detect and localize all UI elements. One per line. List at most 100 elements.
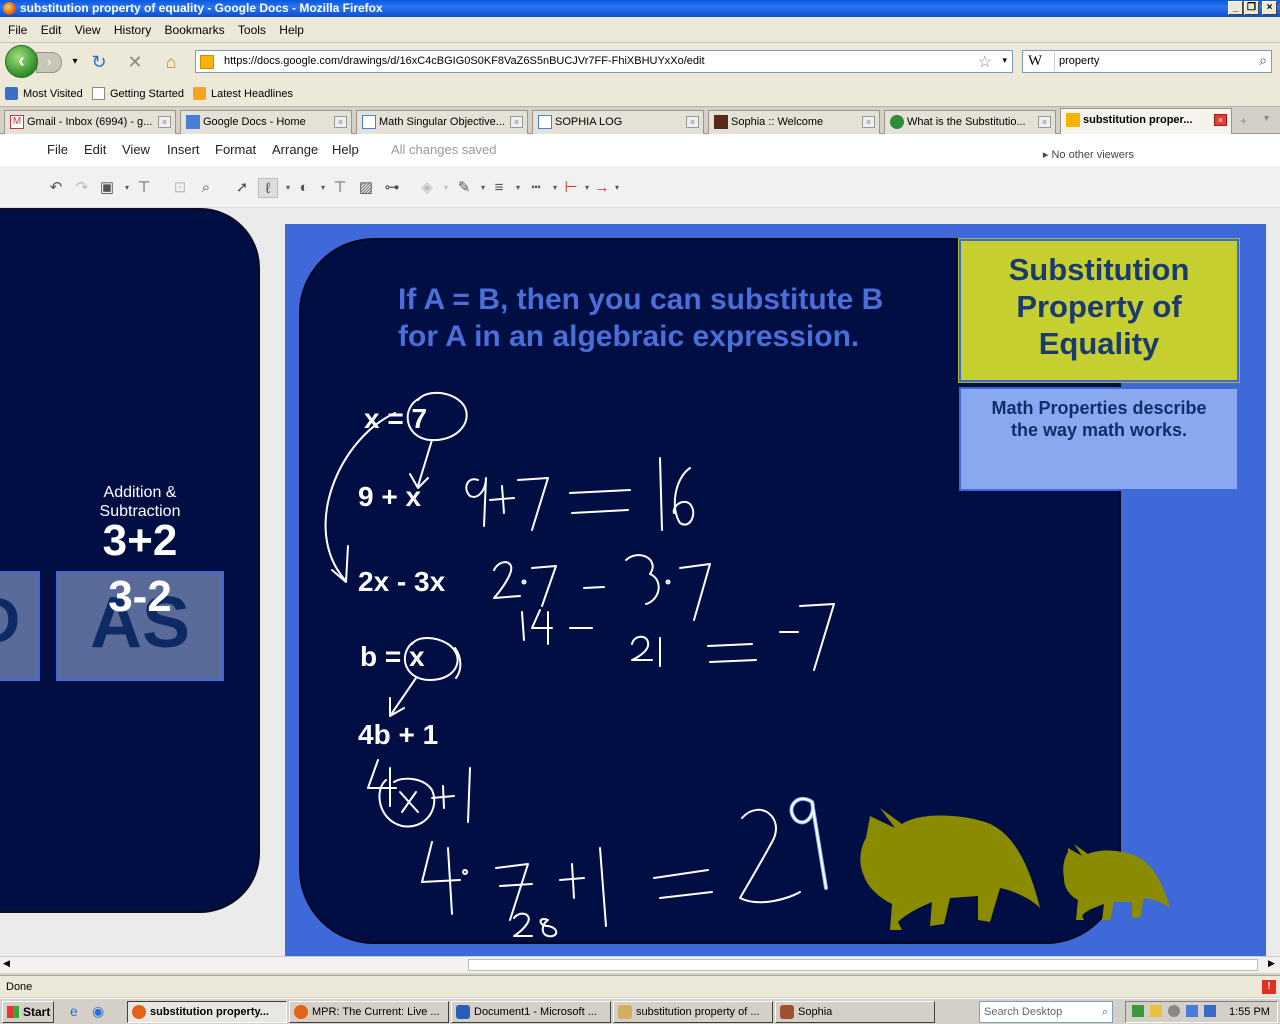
line-end-dropdown-icon[interactable]: ▾ [607,178,627,198]
tab-strip: M Gmail - Inbox (6994) - g... × Google Doc… [0,107,1280,134]
quicklaunch-icon[interactable]: ◉ [92,1003,108,1019]
forward-button[interactable]: › [36,52,62,73]
menu-history[interactable]: History [109,17,156,43]
search-icon[interactable]: ⌕ [1259,52,1267,69]
menu-tools[interactable]: Tools [233,17,271,43]
warning-icon[interactable]: ! [1262,980,1276,994]
search-input[interactable]: property [1059,51,1099,72]
tab-google-docs-home[interactable]: Google Docs - Home × [180,110,352,134]
tab-close-icon[interactable]: × [862,116,875,128]
fill-color-icon[interactable]: ◈ [417,178,437,198]
task-word[interactable]: Document1 - Microsoft ... [451,1001,611,1023]
navigation-toolbar: › ‹ ▾ ↻ ✕ ⌂ https://docs.google.com/draw… [0,43,1280,81]
back-button[interactable]: ‹ [5,45,38,78]
search-engine-icon[interactable]: W [1025,52,1055,71]
scroll-right-icon[interactable]: ▶ [1268,958,1275,969]
tab-substitution-property[interactable]: substitution proper... × [1060,108,1232,134]
note-title: Substitution Property of Equality [958,238,1240,383]
tab-math-singular[interactable]: Math Singular Objective... × [356,110,528,134]
select-arrow-icon[interactable]: ➚ [232,178,252,198]
site-favicon [200,55,214,69]
ie-icon[interactable]: e [70,1003,86,1019]
tab-close-icon[interactable]: × [1214,114,1227,126]
status-text: Done [6,981,33,993]
task-substitution[interactable]: substitution property of ... [613,1001,773,1023]
history-dropdown-icon[interactable]: ▾ [64,51,86,73]
docs-menu-help[interactable]: Help [332,142,359,157]
zoom-icon[interactable]: ⌕ [196,178,216,198]
tray-icon[interactable] [1204,1005,1216,1017]
restore-button[interactable]: ❐ [1244,1,1259,15]
tray-icon[interactable] [1168,1005,1180,1017]
minimize-button[interactable]: _ [1228,1,1243,15]
note-description: Math Properties describe the way math wo… [959,387,1239,491]
url-bar[interactable]: https://docs.google.com/drawings/d/16xC4… [195,50,1013,73]
menu-edit[interactable]: Edit [36,17,67,43]
redo-icon[interactable]: ↷ [72,178,92,198]
drawing-canvas[interactable]: D AS Addition & Subtraction 3+2 3-2 If A… [0,208,1280,956]
power-icon [890,115,904,129]
image-icon[interactable]: ▨ [356,178,376,198]
scribble-line-icon[interactable]: ℓ [258,178,278,198]
docs-menu-insert[interactable]: Insert [167,142,200,157]
undo-icon[interactable]: ↶ [46,178,66,198]
tab-close-icon[interactable]: × [686,116,699,128]
reload-icon[interactable]: ↻ [88,51,110,73]
scroll-left-icon[interactable]: ◀ [3,958,10,969]
search-icon[interactable]: ⌕ [1102,1002,1108,1022]
tab-what-is-substitution[interactable]: What is the Substitutio... × [884,110,1056,134]
tab-list-icon[interactable]: ▾ [1264,113,1269,124]
docs-icon [186,115,200,129]
tray-icon[interactable] [1132,1005,1144,1017]
tab-sophia-welcome[interactable]: Sophia :: Welcome × [708,110,880,134]
bookmark-latest-headlines[interactable]: Latest Headlines [193,81,293,107]
zoom-fit-icon[interactable]: ⊡ [170,178,190,198]
tray-icon[interactable] [1186,1005,1198,1017]
docs-menu-edit[interactable]: Edit [84,142,106,157]
tray-icon[interactable] [1150,1005,1162,1017]
menu-bookmarks[interactable]: Bookmarks [160,17,230,43]
docs-menu-view[interactable]: View [122,142,150,157]
tab-close-icon[interactable]: × [1038,116,1051,128]
scrollbar-thumb[interactable] [468,959,1258,971]
horizontal-scrollbar[interactable]: ◀ ▶ [0,956,1280,973]
tab-gmail[interactable]: M Gmail - Inbox (6994) - g... × [4,110,176,134]
new-tab-icon[interactable]: + [1240,114,1247,128]
task-mpr[interactable]: MPR: The Current: Live ... [289,1001,449,1023]
viewers-indicator[interactable]: ▸ No other viewers [1043,148,1134,161]
search-desktop-input[interactable]: Search Desktop ⌕ [979,1001,1113,1023]
fill-dropdown-icon[interactable]: ▾ [436,178,456,198]
line-dash-icon[interactable]: ┅ [526,178,546,198]
docs-menu-arrange[interactable]: Arrange [272,142,318,157]
link-icon[interactable]: ⊶ [382,178,402,198]
line-weight-dropdown-icon[interactable]: ▾ [508,178,528,198]
stop-icon[interactable]: ✕ [124,51,146,73]
line-weight-icon[interactable]: ≡ [489,178,509,198]
bookmark-star-icon[interactable]: ☆ [978,52,992,72]
url-dropdown-icon[interactable]: ▾ [1002,55,1007,66]
most-visited-icon [5,87,18,100]
task-firefox[interactable]: substitution property... [127,1001,287,1023]
tab-sophia-log[interactable]: SOPHIA LOG × [532,110,704,134]
firefox-icon [294,1005,308,1019]
start-button[interactable]: Start [2,1001,54,1023]
task-sophia[interactable]: Sophia [775,1001,935,1023]
docs-menu-format[interactable]: Format [215,142,256,157]
bookmark-getting-started[interactable]: Getting Started [92,81,184,107]
close-window-button[interactable]: × [1262,1,1277,15]
tab-close-icon[interactable]: × [510,116,523,128]
line-color-icon[interactable]: ✎ [454,178,474,198]
menu-view[interactable]: View [70,17,106,43]
paint-format-icon[interactable]: ⊤ [134,178,154,198]
menu-file[interactable]: File [0,17,32,43]
search-bar[interactable]: W property ⌕ [1022,50,1272,73]
paste-icon[interactable]: ▣ [97,178,117,198]
tab-close-icon[interactable]: × [334,116,347,128]
shape-icon[interactable]: ◐ [294,178,314,198]
text-box-icon[interactable]: ⊤ [330,178,350,198]
home-icon[interactable]: ⌂ [160,51,182,73]
menu-help[interactable]: Help [274,17,309,43]
tab-close-icon[interactable]: × [158,116,171,128]
bookmark-most-visited[interactable]: Most Visited [5,81,83,107]
docs-menu-file[interactable]: File [47,142,68,157]
